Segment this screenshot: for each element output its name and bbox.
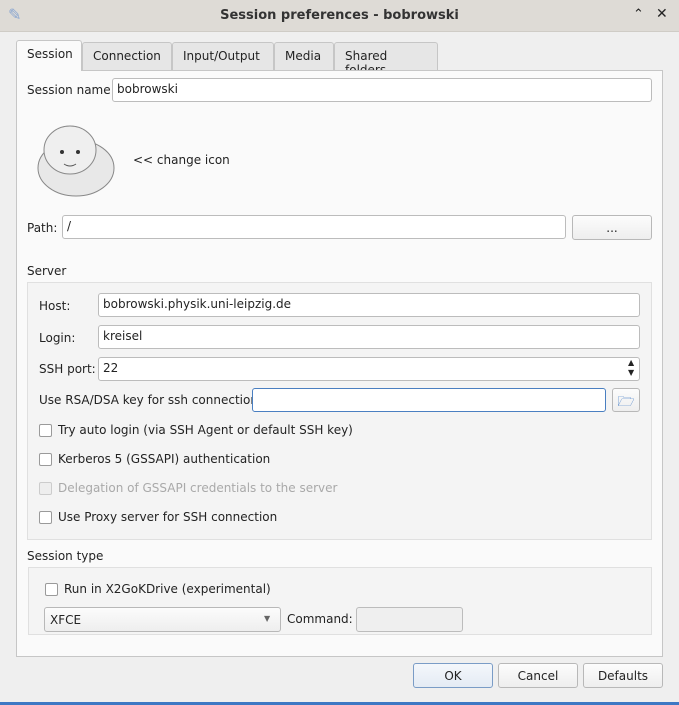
auto-login-label: Try auto login (via SSH Agent or default… [58,423,353,437]
session-name-label: Session name: [27,83,115,97]
maximize-icon[interactable]: ⌃ [633,7,644,22]
title-bar: ✎ Session preferences - bobrowski ⌃ ✕ [0,0,679,32]
tab-media[interactable]: Media [274,42,334,71]
kerberos-label: Kerberos 5 (GSSAPI) authentication [58,452,271,466]
ssh-key-input[interactable] [252,388,606,412]
command-input[interactable] [356,607,463,632]
chevron-down-icon: ▼ [264,614,271,623]
host-label: Host: [39,299,71,313]
host-input[interactable]: bobrowski.physik.uni-leipzig.de [98,293,640,317]
close-icon[interactable]: ✕ [656,6,668,22]
kdrive-label: Run in X2GoKDrive (experimental) [64,582,271,596]
path-input[interactable]: / [62,215,566,239]
tab-connection[interactable]: Connection [82,42,172,71]
browse-path-button[interactable]: ... [572,215,652,240]
tab-shared-folders[interactable]: Shared folders [334,42,438,77]
session-type-value: XFCE [50,613,82,627]
folder-open-icon[interactable]: 🗁 [612,388,640,412]
gssapi-delegation-label: Delegation of GSSAPI credentials to the … [58,481,338,495]
session-name-input[interactable]: bobrowski [112,78,652,102]
proxy-label: Use Proxy server for SSH connection [58,510,278,524]
login-input[interactable]: kreisel [98,325,640,349]
command-label: Command: [287,612,353,626]
session-type-dropdown[interactable]: XFCE [44,607,281,632]
window-title: Session preferences - bobrowski [220,8,459,23]
kdrive-checkbox[interactable] [45,583,58,596]
ssh-key-label: Use RSA/DSA key for ssh connection: [39,393,262,407]
server-group-label: Server [27,264,67,278]
change-icon-link[interactable]: << change icon [133,153,230,167]
path-label: Path: [27,221,58,235]
ssh-port-label: SSH port: [39,362,96,376]
ok-button[interactable]: OK [413,663,493,688]
spin-arrows-icon[interactable]: ▲ ▼ [628,358,634,378]
gssapi-delegation-checkbox[interactable] [39,482,52,495]
tab-input-output[interactable]: Input/Output [172,42,274,71]
session-icon[interactable] [30,118,122,200]
auto-login-checkbox[interactable] [39,424,52,437]
ssh-port-spinbox[interactable]: 22 [98,357,640,381]
defaults-button[interactable]: Defaults [583,663,663,688]
cancel-button[interactable]: Cancel [498,663,578,688]
tab-session[interactable]: Session [16,40,82,71]
login-label: Login: [39,331,76,345]
kerberos-checkbox[interactable] [39,453,52,466]
proxy-checkbox[interactable] [39,511,52,524]
session-type-group-label: Session type [27,549,104,563]
